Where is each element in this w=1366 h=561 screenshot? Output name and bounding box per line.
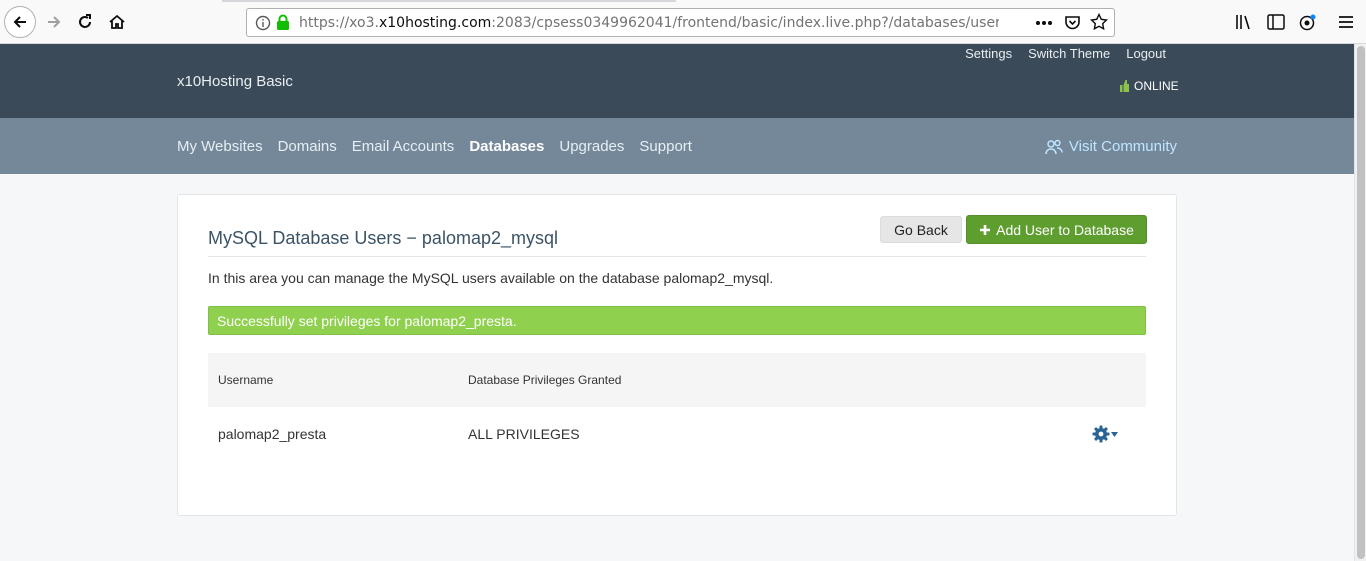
logout-link[interactable]: Logout <box>1126 46 1166 61</box>
reload-button[interactable] <box>69 6 101 38</box>
page-title: MySQL Database Users − palomap2_mysql <box>208 228 558 248</box>
users-table: Username Database Privileges Granted pal… <box>208 353 1146 461</box>
nav-my-websites[interactable]: My Websites <box>177 138 263 155</box>
main-nav: My Websites Domains Email Accounts Datab… <box>0 118 1354 174</box>
community-label: Visit Community <box>1068 138 1177 155</box>
site-header: x10Hosting Basic Settings Switch Theme L… <box>0 44 1354 118</box>
success-alert: Successfully set privileges for palomap2… <box>208 306 1146 335</box>
nav-items: My Websites Domains Email Accounts Datab… <box>177 118 707 174</box>
nav-support[interactable]: Support <box>639 138 692 155</box>
nav-upgrades[interactable]: Upgrades <box>559 138 624 155</box>
forward-button[interactable] <box>38 6 70 38</box>
users-icon <box>1045 139 1063 154</box>
pocket-icon[interactable] <box>1064 14 1081 31</box>
settings-link[interactable]: Settings <box>965 46 1012 61</box>
row-actions-button[interactable] <box>1092 425 1118 443</box>
reload-icon <box>79 14 91 28</box>
more-actions-icon[interactable] <box>1035 20 1053 26</box>
go-back-button[interactable]: Go Back <box>880 216 962 243</box>
switch-theme-link[interactable]: Switch Theme <box>1028 46 1110 61</box>
plus-icon <box>980 224 991 235</box>
page-scrollbar[interactable] <box>1354 44 1366 561</box>
address-bar[interactable]: https://xo3.x10hosting.com:2083/cpsess03… <box>246 8 1115 37</box>
add-user-button[interactable]: Add User to Database <box>966 215 1147 244</box>
tab-strip-edge <box>222 0 676 2</box>
status-text: ONLINE <box>1134 79 1179 93</box>
account-icon[interactable] <box>1299 14 1317 32</box>
nav-databases[interactable]: Databases <box>469 138 544 155</box>
account-links: Settings Switch Theme Logout <box>965 46 1166 61</box>
home-button[interactable] <box>101 6 133 38</box>
column-privileges: Database Privileges Granted <box>468 373 622 387</box>
home-icon <box>109 14 125 29</box>
lock-icon[interactable] <box>276 14 290 31</box>
row-username: palomap2_presta <box>218 426 327 442</box>
brand-title[interactable]: x10Hosting Basic <box>177 73 293 90</box>
forward-arrow-icon <box>48 16 61 28</box>
row-privileges: ALL PRIVILEGES <box>468 426 580 442</box>
info-icon[interactable] <box>255 15 271 31</box>
scrollbar-thumb[interactable] <box>1357 46 1365 559</box>
gear-icon <box>1092 425 1110 443</box>
sidebar-icon[interactable] <box>1267 14 1285 30</box>
nav-domains[interactable]: Domains <box>278 138 337 155</box>
visit-community-link[interactable]: Visit Community <box>1045 138 1177 155</box>
chevron-down-icon <box>1111 431 1118 437</box>
table-row: palomap2_presta ALL PRIVILEGES <box>208 407 1146 461</box>
bookmark-star-icon[interactable] <box>1090 13 1108 31</box>
browser-toolbar: https://xo3.x10hosting.com:2083/cpsess03… <box>0 0 1366 44</box>
intro-text: In this area you can manage the MySQL us… <box>208 270 774 286</box>
thumbs-up-icon <box>1120 80 1129 92</box>
title-divider <box>208 256 1146 257</box>
table-header: Username Database Privileges Granted <box>208 353 1146 407</box>
nav-email-accounts[interactable]: Email Accounts <box>352 138 455 155</box>
url-text[interactable]: https://xo3.x10hosting.com:2083/cpsess03… <box>299 15 999 31</box>
menu-icon[interactable] <box>1338 14 1354 30</box>
add-user-label: Add User to Database <box>996 221 1134 238</box>
database-users-panel: MySQL Database Users − palomap2_mysql Go… <box>177 194 1177 516</box>
column-username: Username <box>218 373 274 387</box>
status-badge: ONLINE <box>1120 79 1179 93</box>
library-icon[interactable] <box>1235 14 1253 30</box>
back-arrow-icon <box>13 16 26 28</box>
back-button[interactable] <box>4 6 36 38</box>
